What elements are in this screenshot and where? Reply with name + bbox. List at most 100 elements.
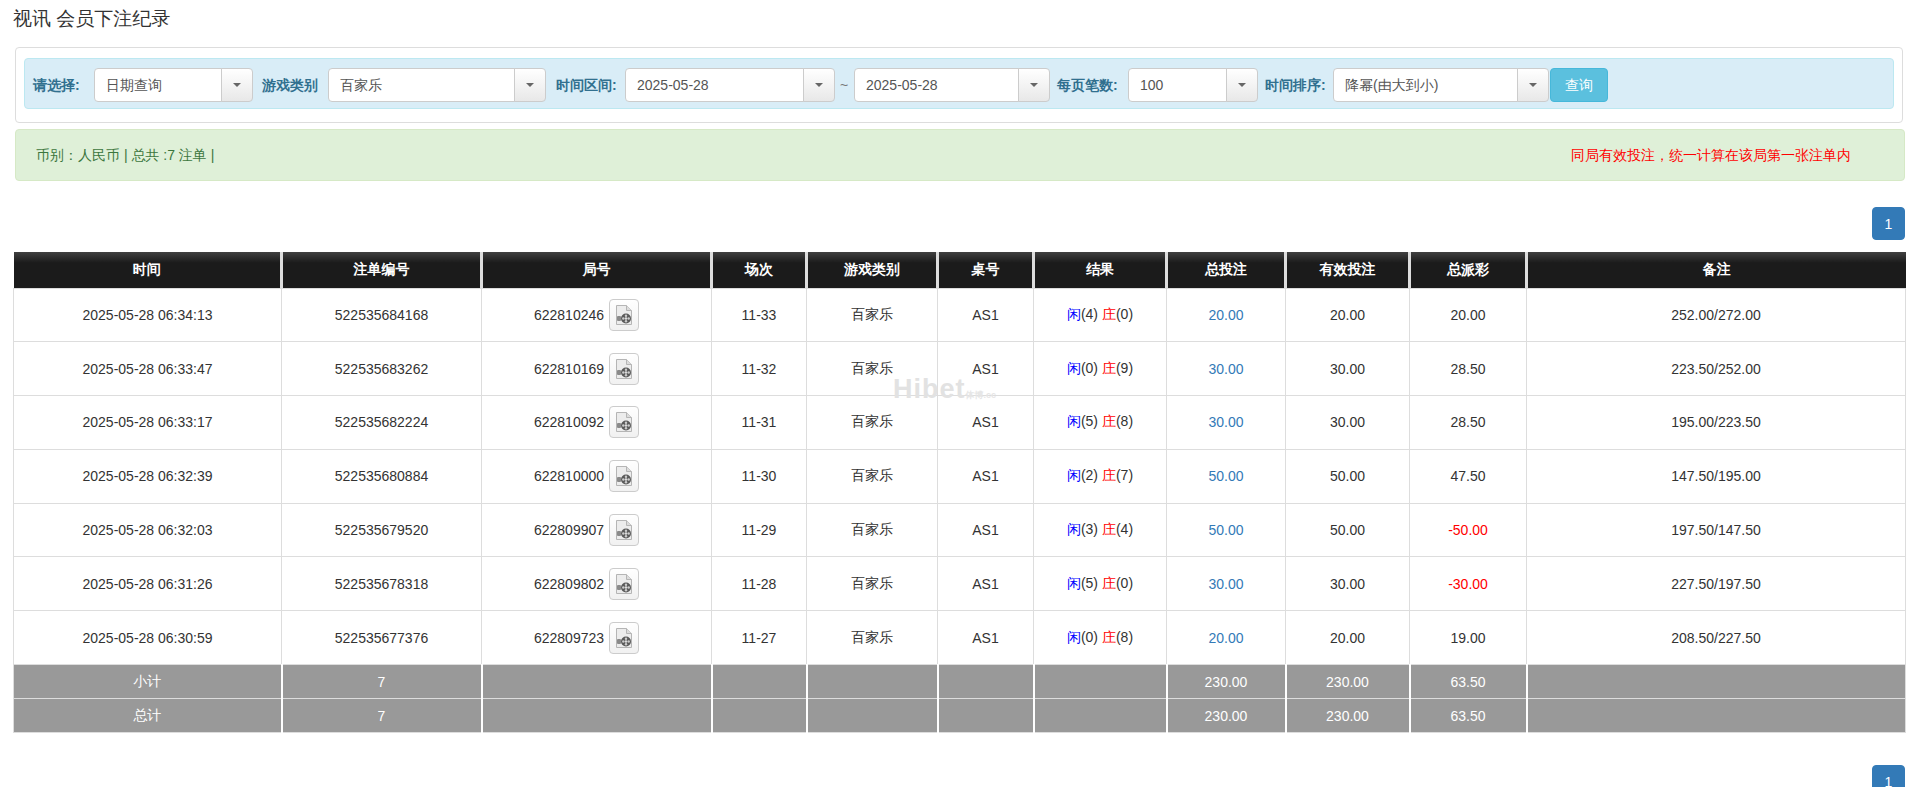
cell-time: 2025-05-28 06:32:03 — [14, 503, 282, 557]
video-replay-button[interactable] — [609, 622, 639, 654]
video-record-icon — [614, 465, 634, 487]
cell-round-id: 622809802 — [482, 557, 712, 611]
total-bet-link[interactable]: 20.00 — [1208, 630, 1243, 646]
date-to-value: 2025-05-28 — [854, 68, 1019, 102]
watermark: Hibet体博.cc — [893, 374, 996, 405]
col-header-1: 注单编号 — [282, 252, 482, 288]
date-type-select-caret[interactable] — [221, 68, 253, 102]
total-bet-link[interactable]: 50.00 — [1208, 468, 1243, 484]
cell-time: 2025-05-28 06:30:59 — [14, 611, 282, 665]
video-replay-button[interactable] — [609, 568, 639, 600]
video-replay-button[interactable] — [609, 514, 639, 546]
date-to-input[interactable]: 2025-05-28 — [854, 68, 1050, 102]
round-id-text: 622809723 — [534, 630, 604, 646]
cell-valid-bet: 20.00 — [1286, 288, 1410, 342]
total-bet-link[interactable]: 30.00 — [1208, 414, 1243, 430]
round-id-text: 622810246 — [534, 307, 604, 323]
total-row-payout: 63.50 — [1410, 699, 1527, 733]
filter-panel: 请选择: 日期查询 游戏类别 百家乐 时间区间: 2025-05-28 ~ 20… — [15, 47, 1903, 123]
sort-order-label: 时间排序: — [1265, 68, 1326, 102]
video-replay-button[interactable] — [609, 299, 639, 331]
result-banker: 庄 — [1102, 521, 1116, 537]
video-replay-button[interactable] — [609, 353, 639, 385]
video-record-icon — [614, 358, 634, 380]
page-size-label: 每页笔数: — [1057, 68, 1118, 102]
video-replay-button[interactable] — [609, 406, 639, 438]
result-player-count: (0) — [1081, 629, 1098, 645]
cell-bet-id: 522535677376 — [282, 611, 482, 665]
result-player-count: (4) — [1081, 306, 1098, 322]
caret-down-icon — [1529, 83, 1537, 87]
date-from-caret[interactable] — [803, 68, 835, 102]
cell-valid-bet: 30.00 — [1286, 342, 1410, 396]
date-type-select[interactable]: 日期查询 — [94, 68, 253, 102]
cell-valid-bet: 50.00 — [1286, 503, 1410, 557]
cell-bet-id: 522535683262 — [282, 342, 482, 396]
video-record-icon — [614, 411, 634, 433]
cell-valid-bet: 30.00 — [1286, 557, 1410, 611]
cell-table-no: AS1 — [938, 557, 1034, 611]
date-to-caret[interactable] — [1018, 68, 1050, 102]
total-bet-link[interactable]: 50.00 — [1208, 522, 1243, 538]
result-player-count: (3) — [1081, 521, 1098, 537]
result-player-count: (2) — [1081, 467, 1098, 483]
cell-total-bet: 30.00 — [1167, 396, 1286, 450]
result-player-count: (0) — [1081, 360, 1098, 376]
cell-game-type: 百家乐 — [807, 288, 938, 342]
cell-total-bet: 20.00 — [1167, 288, 1286, 342]
total-bet-link[interactable]: 30.00 — [1208, 361, 1243, 377]
total-row-result — [1034, 699, 1167, 733]
search-button[interactable]: 查询 — [1550, 68, 1608, 102]
col-header-5: 桌号 — [938, 252, 1034, 288]
subtotal-row-remark — [1527, 665, 1906, 699]
result-player: 闲 — [1067, 467, 1081, 483]
page-title: 视讯 会员下注纪录 — [13, 6, 170, 32]
game-type-select-value: 百家乐 — [328, 68, 515, 102]
result-player: 闲 — [1067, 413, 1081, 429]
total-row-valid-bet: 230.00 — [1286, 699, 1410, 733]
page-size-caret[interactable] — [1226, 68, 1258, 102]
cell-session: 11-33 — [712, 288, 807, 342]
filter-bar: 请选择: 日期查询 游戏类别 百家乐 时间区间: 2025-05-28 ~ 20… — [24, 58, 1894, 109]
total-bet-link[interactable]: 20.00 — [1208, 307, 1243, 323]
cell-payout: -50.00 — [1410, 503, 1527, 557]
subtotal-row: 小计7230.00230.0063.50 — [14, 665, 1906, 699]
cell-remark: 208.50/227.50 — [1527, 611, 1906, 665]
cell-result: 闲(0) 庄(9) — [1034, 342, 1167, 396]
cell-payout: 28.50 — [1410, 396, 1527, 450]
result-banker-count: (0) — [1116, 575, 1133, 591]
round-id-text: 622809907 — [534, 522, 604, 538]
cell-time: 2025-05-28 06:33:17 — [14, 396, 282, 450]
total-row-label: 总计 — [14, 699, 282, 733]
col-header-10: 备注 — [1527, 252, 1906, 288]
result-player: 闲 — [1067, 306, 1081, 322]
video-replay-button[interactable] — [609, 460, 639, 492]
total-bet-link[interactable]: 30.00 — [1208, 576, 1243, 592]
cell-game-type: 百家乐 — [807, 449, 938, 503]
pagination-page-1-bottom[interactable]: 1 — [1872, 765, 1905, 787]
result-player: 闲 — [1067, 629, 1081, 645]
sort-order-caret[interactable] — [1517, 68, 1549, 102]
page-size-input[interactable]: 100 — [1128, 68, 1258, 102]
col-header-4: 游戏类别 — [807, 252, 938, 288]
cell-table-no: AS1 — [938, 449, 1034, 503]
sort-order-select[interactable]: 降幂(由大到小) — [1333, 68, 1549, 102]
cell-remark: 227.50/197.50 — [1527, 557, 1906, 611]
summary-bar: 币别：人民币 | 总共 :7 注单 | 同局有效投注，统一计算在该局第一张注单内 — [15, 129, 1905, 181]
cell-table-no: AS1 — [938, 503, 1034, 557]
cell-remark: 147.50/195.00 — [1527, 449, 1906, 503]
cell-session: 11-31 — [712, 396, 807, 450]
subtotal-row-session — [712, 665, 807, 699]
table-header: 时间注单编号局号场次游戏类别桌号结果总投注有效投注总派彩备注 — [14, 252, 1906, 288]
round-id-text: 622810092 — [534, 414, 604, 430]
cell-valid-bet: 30.00 — [1286, 396, 1410, 450]
col-header-0: 时间 — [14, 252, 282, 288]
pagination-page-1-top[interactable]: 1 — [1872, 207, 1905, 240]
game-type-select[interactable]: 百家乐 — [328, 68, 546, 102]
total-row-round — [482, 699, 712, 733]
game-type-select-caret[interactable] — [514, 68, 546, 102]
cell-session: 11-29 — [712, 503, 807, 557]
date-from-input[interactable]: 2025-05-28 — [625, 68, 835, 102]
cell-remark: 197.50/147.50 — [1527, 503, 1906, 557]
cell-payout: 47.50 — [1410, 449, 1527, 503]
